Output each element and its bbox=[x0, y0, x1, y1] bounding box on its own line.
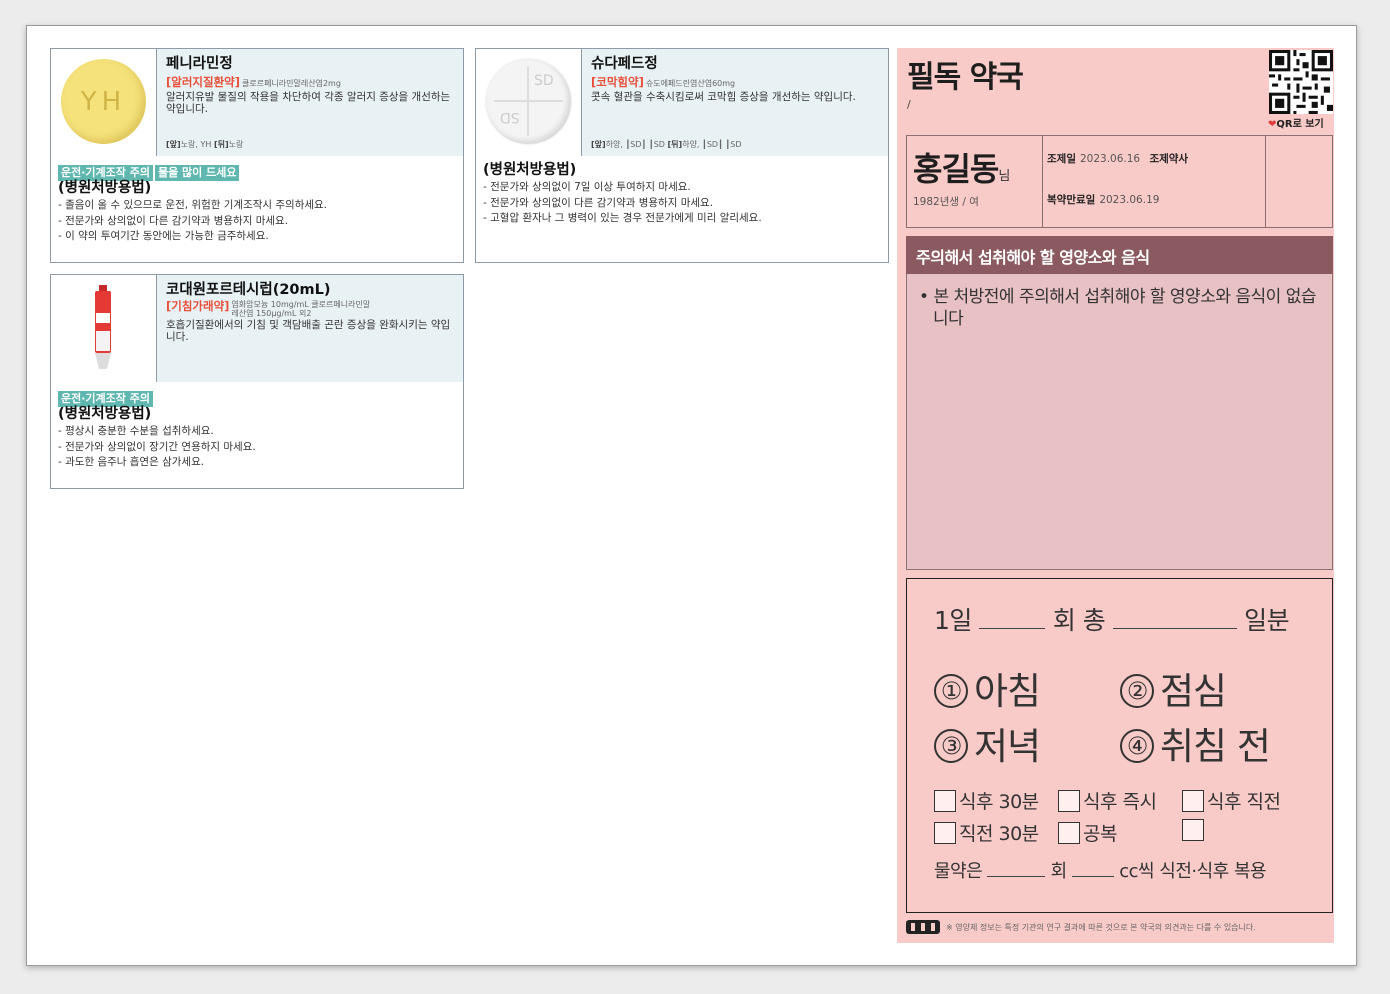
drug-card-header: 코대원포르테시럽(20mL) [기침가래약] 염화암모늄 10mg/mL 클로르페… bbox=[51, 275, 463, 382]
check-before-30min[interactable]: 직전 30분 bbox=[934, 819, 1039, 846]
direction-item: 전문가와 상의없이 다른 감기약과 병용하지 마세요. bbox=[58, 214, 456, 230]
dispense-dates: 조제일 2023.06.16 조제약사 복약만료일 2023.06.19 bbox=[1043, 136, 1266, 227]
white-pill-image: SD SD bbox=[486, 59, 571, 144]
drug-description: 알러지유발 물질의 작용을 차단하여 각종 알러지 증상을 개선하는 약입니다. bbox=[166, 91, 451, 115]
drug-directions: (병원처방용법) 전문가와 상의없이 7일 이상 투여하지 마세요. 전문가와 … bbox=[476, 156, 888, 262]
directions-title: (병원처방용법) bbox=[483, 162, 577, 178]
pharmacy-name: 필독 약국 bbox=[907, 60, 1024, 95]
drug-description: 호흡기질환에서의 기침 및 객담배출 곤란 증상을 완화시키는 약입니다. bbox=[166, 319, 451, 343]
drug-description: 콧속 혈관을 수축시킴로써 코막힘 증상을 개선하는 약입니다. bbox=[591, 91, 856, 103]
direction-item: 졸음이 올 수 있으므로 운전, 위험한 기계조작시 주의하세요. bbox=[58, 198, 456, 214]
disclaimer: ※ 영양제 정보는 특정 기관의 연구 결과에 따른 것으로 본 약국의 의견과… bbox=[906, 920, 1256, 934]
drug-category: [알러지질환약] bbox=[166, 75, 240, 89]
drug-directions: 운전·기계조작 주의 (병원처방용법) 평상시 충분한 수분을 섭취하세요. 전… bbox=[51, 382, 463, 488]
direction-item: 전문가와 상의없이 다른 감기약과 병용하지 마세요. bbox=[483, 196, 881, 212]
liquid-cc-blank[interactable] bbox=[1071, 876, 1114, 877]
liquid-dosage: 물약은 회 cc씩 식전·식후 복용 bbox=[934, 861, 1267, 882]
nutrition-text: 본 처방전에 주의해서 섭취해야 할 영양소와 음식이 없습니다 bbox=[919, 286, 1318, 330]
drug-card-header: SD SD 슈다페드정 [코막힘약] 슈도에페드린염산염60mg 콧속 혈관을 수… bbox=[476, 49, 888, 156]
pharmacy-panel: 필독 약국 / ❤QR로 보기 홍길동님 1982년생 / 여 조제일 2023… bbox=[897, 48, 1334, 943]
warning-badge-water: 물을 많이 드세요 bbox=[154, 165, 240, 181]
drug-card-header: YH 페니라민정 [알러지질환약] 클로르페니라민말레산염2mg 알러지유발 물질… bbox=[51, 49, 463, 156]
nutrition-title: 주의해서 섭취해야 할 영양소와 음식 bbox=[906, 236, 1333, 274]
direction-item: 과도한 음주나 흡연은 삼가세요. bbox=[58, 455, 456, 471]
days-blank[interactable] bbox=[1112, 628, 1237, 629]
directions-title: (병원처방용법) bbox=[58, 180, 152, 196]
check-after-immediately[interactable]: 식후 즉시 bbox=[1058, 787, 1157, 814]
drug-name: 슈다페드정 bbox=[591, 56, 658, 72]
drug-ingredient: 염화암모늄 10mg/mL 클로르페니라민말레산염 150μg/mL 외2 bbox=[231, 300, 371, 318]
dispense-date: 2023.06.16 bbox=[1079, 153, 1141, 165]
drug-card-pheniramine: YH 페니라민정 [알러지질환약] 클로르페니라민말레산염2mg 알러지유발 물질… bbox=[50, 48, 464, 263]
direction-item: 평상시 충분한 수분을 섭취하세요. bbox=[58, 424, 456, 440]
drug-image: YH bbox=[51, 49, 157, 156]
directions-title: (병원처방용법) bbox=[58, 406, 152, 422]
drug-name: 코대원포르테시럽(20mL) bbox=[166, 282, 331, 298]
drug-directions: 운전·기계조작 주의물을 많이 드세요 (병원처방용법) 졸음이 올 수 있으므… bbox=[51, 156, 463, 262]
drug-info: 페니라민정 [알러지질환약] 클로르페니라민말레산염2mg 알러지유발 물질의 작… bbox=[157, 49, 463, 156]
check-blank[interactable] bbox=[1182, 819, 1207, 841]
drug-appearance: [앞]노랑, YH [뒤]노랑 bbox=[166, 140, 244, 149]
patient-info-box: 홍길동님 1982년생 / 여 조제일 2023.06.16 조제약사 복약만료일… bbox=[906, 135, 1333, 228]
qr-code-icon[interactable] bbox=[1269, 50, 1333, 114]
patient-honorific: 님 bbox=[998, 169, 1010, 184]
check-after-right[interactable]: 식후 직전 bbox=[1182, 787, 1281, 814]
direction-item: 전문가와 상의없이 7일 이상 투여하지 마세요. bbox=[483, 180, 881, 196]
dose-time-lunch: ② 점심 bbox=[1120, 661, 1227, 715]
check-empty-stomach[interactable]: 공복 bbox=[1058, 819, 1117, 846]
dosage-frequency: 1일 회 총 일분 bbox=[934, 606, 1290, 635]
drug-name: 페니라민정 bbox=[166, 56, 233, 72]
checkbox[interactable] bbox=[934, 789, 956, 812]
patient-birth-sex: 1982년생 / 여 bbox=[913, 196, 979, 208]
dose-time-bedtime: ④ 취침 전 bbox=[1120, 716, 1271, 770]
end-date: 2023.06.19 bbox=[1099, 194, 1160, 206]
checkbox[interactable] bbox=[1058, 821, 1080, 844]
drug-category: [기침가래약] bbox=[166, 300, 230, 313]
drug-image: SD SD bbox=[476, 49, 582, 156]
direction-item: 고혈압 환자나 그 병력이 있는 경우 전문가에게 미리 알리세요. bbox=[483, 211, 881, 227]
drug-ingredient: 클로르페니라민말레산염2mg bbox=[242, 79, 341, 88]
checkbox[interactable] bbox=[1182, 789, 1204, 812]
yellow-pill-image: YH bbox=[61, 59, 146, 144]
drug-category: [코막힘약] bbox=[591, 75, 644, 89]
drug-card-codaewon: 코대원포르테시럽(20mL) [기침가래약] 염화암모늄 10mg/mL 클로르페… bbox=[50, 274, 464, 489]
syrup-pouch-image bbox=[95, 285, 111, 369]
checkbox[interactable] bbox=[1058, 789, 1080, 812]
prescription-sheet: YH 페니라민정 [알러지질환약] 클로르페니라민말레산염2mg 알러지유발 물질… bbox=[26, 25, 1357, 966]
dose-time-evening: ③ 저녁 bbox=[934, 716, 1041, 770]
liquid-times-blank[interactable] bbox=[987, 876, 1046, 877]
nutrition-body: 본 처방전에 주의해서 섭취해야 할 영양소와 음식이 없습니다 bbox=[906, 274, 1333, 570]
checkbox[interactable] bbox=[1182, 819, 1204, 841]
times-blank[interactable] bbox=[979, 628, 1046, 629]
direction-item: 이 약의 투여기간 동안에는 가능한 금주하세요. bbox=[58, 229, 456, 245]
logo-icon bbox=[906, 920, 940, 934]
dosage-box: 1일 회 총 일분 ① 아침 ② 점심 ③ 저녁 ④ 취침 전 식후 30분 식후 즉시… bbox=[906, 578, 1333, 913]
drug-card-sudafed: SD SD 슈다페드정 [코막힘약] 슈도에페드린염산염60mg 콧속 혈관을 수… bbox=[475, 48, 889, 263]
dose-time-morning: ① 아침 bbox=[934, 661, 1041, 715]
drug-info: 슈다페드정 [코막힘약] 슈도에페드린염산염60mg 콧속 혈관을 수축시킴로써 … bbox=[582, 49, 888, 156]
drug-ingredient: 슈도에페드린염산염60mg bbox=[645, 79, 736, 88]
drug-info: 코대원포르테시럽(20mL) [기침가래약] 염화암모늄 10mg/mL 클로르페… bbox=[157, 275, 463, 382]
check-after-30min[interactable]: 식후 30분 bbox=[934, 787, 1039, 814]
drug-image bbox=[51, 275, 157, 382]
direction-item: 전문가와 상의없이 장기간 연용하지 마세요. bbox=[58, 440, 456, 456]
pharmacy-sub: / bbox=[907, 98, 911, 111]
drug-appearance: [앞]하양, ┃SD┃ ┃SD [뒤]하양, ┃SD┃ ┃SD bbox=[591, 140, 742, 149]
patient-name: 홍길동 bbox=[913, 150, 999, 188]
qr-view-link[interactable]: ❤QR로 보기 bbox=[1268, 115, 1324, 130]
checkbox[interactable] bbox=[934, 821, 956, 844]
